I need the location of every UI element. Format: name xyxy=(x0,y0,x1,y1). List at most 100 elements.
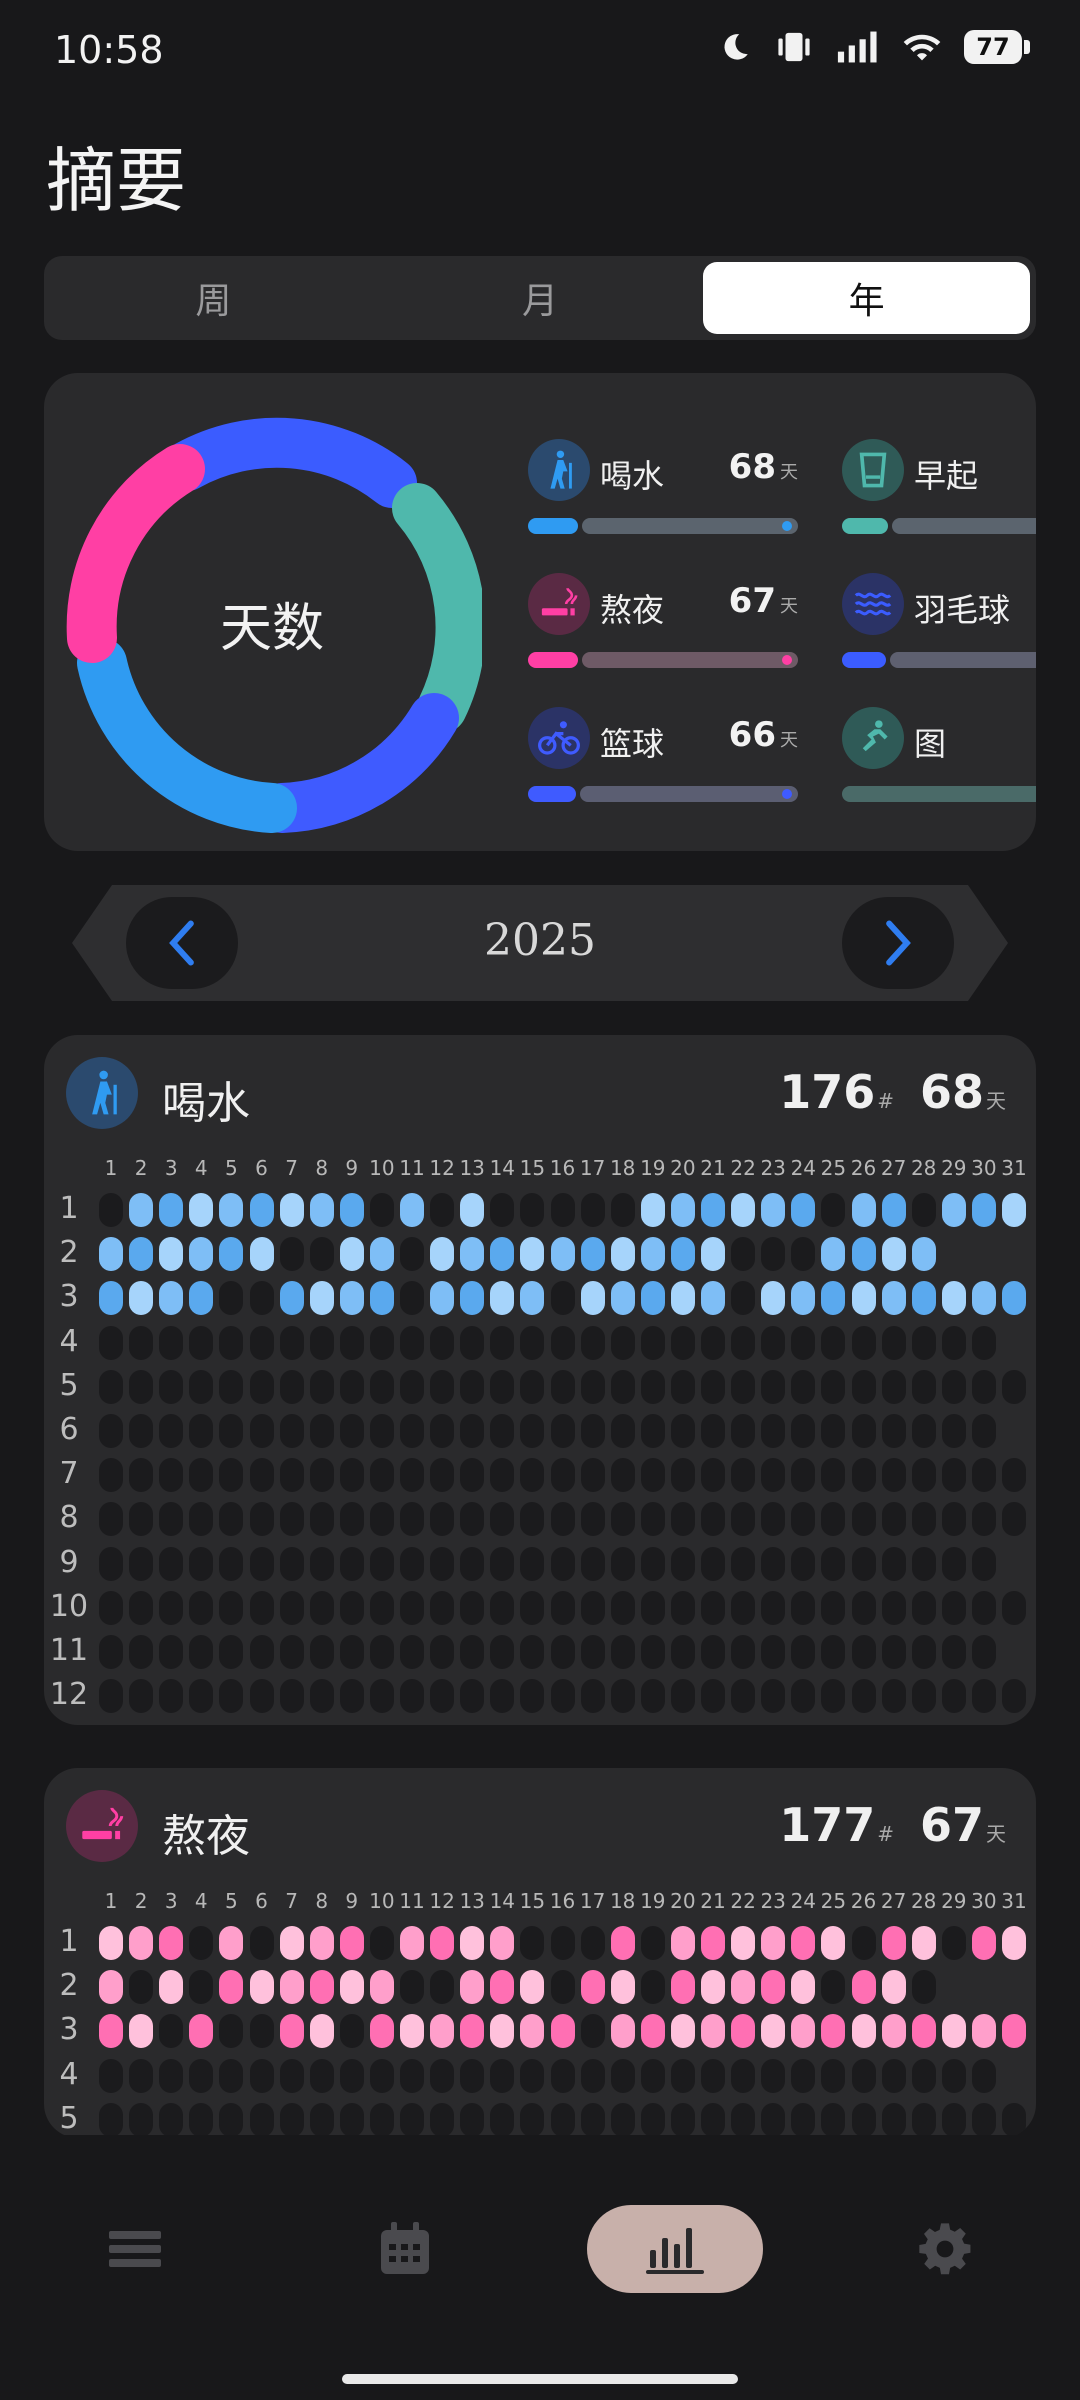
day-cell[interactable] xyxy=(731,1281,756,1316)
day-cell[interactable] xyxy=(400,2102,424,2137)
day-cell[interactable] xyxy=(460,1546,485,1581)
habit-card-water[interactable]: 喝水 176 # 68 天 1 2 3 4 5 6 7 8 9 10 11 12 13 14 15 16 17 18 1… xyxy=(44,1035,1036,1725)
day-cell[interactable] xyxy=(219,1590,244,1625)
day-cell[interactable] xyxy=(911,1926,936,1960)
day-cell[interactable] xyxy=(670,1970,695,2005)
day-cell[interactable] xyxy=(249,1970,274,2005)
day-cell[interactable] xyxy=(309,2102,334,2137)
day-cell[interactable] xyxy=(309,1281,334,1316)
day-cell[interactable] xyxy=(129,2102,154,2137)
day-cell[interactable] xyxy=(400,1458,424,1493)
day-cell[interactable] xyxy=(640,1590,665,1625)
day-cell[interactable] xyxy=(941,1926,966,1960)
day-cell[interactable] xyxy=(309,1590,334,1625)
day-cell[interactable] xyxy=(129,1414,154,1448)
day-cell[interactable] xyxy=(701,2014,725,2049)
day-cell[interactable] xyxy=(791,1458,816,1493)
day-cell[interactable] xyxy=(971,1679,996,1714)
day-cell[interactable] xyxy=(520,1926,545,1960)
day-cell[interactable] xyxy=(610,1590,635,1625)
day-cell[interactable] xyxy=(911,1502,936,1537)
day-cell[interactable] xyxy=(670,1369,695,1404)
day-cell[interactable] xyxy=(701,1590,725,1625)
day-cell[interactable] xyxy=(640,1193,665,1227)
day-cell[interactable] xyxy=(189,1590,214,1625)
day-cell[interactable] xyxy=(731,1325,756,1360)
day-cell[interactable] xyxy=(580,1458,605,1493)
day-cell[interactable] xyxy=(731,1193,756,1227)
day-cell[interactable] xyxy=(881,1237,906,1272)
day-cell[interactable] xyxy=(821,2058,846,2093)
day-cell[interactable] xyxy=(189,1193,214,1227)
legend-item-water[interactable]: 喝水 68 天 xyxy=(528,439,798,539)
day-cell[interactable] xyxy=(670,1502,695,1537)
day-cell[interactable] xyxy=(219,1970,244,2005)
day-cell[interactable] xyxy=(580,1590,605,1625)
day-cell[interactable] xyxy=(430,1635,455,1669)
day-cell[interactable] xyxy=(731,1926,756,1960)
day-cell[interactable] xyxy=(99,1926,123,1960)
day-cell[interactable] xyxy=(761,1369,786,1404)
day-cell[interactable] xyxy=(460,1193,485,1227)
day-cell[interactable] xyxy=(580,1970,605,2005)
day-cell[interactable] xyxy=(189,1369,214,1404)
day-cell[interactable] xyxy=(971,1369,996,1404)
day-cell[interactable] xyxy=(159,1237,184,1272)
day-cell[interactable] xyxy=(279,2102,304,2137)
day-cell[interactable] xyxy=(610,1679,635,1714)
day-cell[interactable] xyxy=(821,1926,846,1960)
day-cell[interactable] xyxy=(219,1281,244,1316)
day-cell[interactable] xyxy=(490,2058,515,2093)
day-cell[interactable] xyxy=(520,1502,545,1537)
day-cell[interactable] xyxy=(129,1193,154,1227)
day-cell[interactable] xyxy=(520,1546,545,1581)
day-cell[interactable] xyxy=(339,1193,364,1227)
day-cell[interactable] xyxy=(670,1590,695,1625)
day-cell[interactable] xyxy=(430,1369,455,1404)
day-cell[interactable] xyxy=(1002,2102,1026,2137)
day-cell[interactable] xyxy=(761,1590,786,1625)
day-cell[interactable] xyxy=(159,1325,184,1360)
day-cell[interactable] xyxy=(851,1369,876,1404)
day-cell[interactable] xyxy=(731,1237,756,1272)
day-cell[interactable] xyxy=(761,1237,786,1272)
day-cell[interactable] xyxy=(279,1193,304,1227)
day-cell[interactable] xyxy=(911,1414,936,1448)
day-cell[interactable] xyxy=(159,1458,184,1493)
day-cell[interactable] xyxy=(369,1458,394,1493)
day-cell[interactable] xyxy=(851,1926,876,1960)
day-cell[interactable] xyxy=(520,1590,545,1625)
legend-item-early-rise[interactable]: 早起 xyxy=(842,439,1036,539)
day-cell[interactable] xyxy=(279,2014,304,2049)
day-cell[interactable] xyxy=(400,1679,424,1714)
day-cell[interactable] xyxy=(731,2014,756,2049)
day-cell[interactable] xyxy=(249,2102,274,2137)
day-cell[interactable] xyxy=(490,1281,515,1316)
day-cell[interactable] xyxy=(881,1502,906,1537)
day-cell[interactable] xyxy=(670,2058,695,2093)
day-cell[interactable] xyxy=(159,2014,184,2049)
day-cell[interactable] xyxy=(941,2058,966,2093)
day-cell[interactable] xyxy=(520,1325,545,1360)
day-cell[interactable] xyxy=(971,2058,996,2093)
day-cell[interactable] xyxy=(520,1635,545,1669)
day-cell[interactable] xyxy=(339,1926,364,1960)
day-cell[interactable] xyxy=(339,1679,364,1714)
day-cell[interactable] xyxy=(99,1502,123,1537)
day-cell[interactable] xyxy=(430,1970,455,2005)
day-cell[interactable] xyxy=(279,1926,304,1960)
day-cell[interactable] xyxy=(159,1635,184,1669)
day-cell[interactable] xyxy=(580,1635,605,1669)
day-cell[interactable] xyxy=(701,1970,725,2005)
day-cell[interactable] xyxy=(941,2102,966,2137)
day-cell[interactable] xyxy=(851,1590,876,1625)
day-cell[interactable] xyxy=(670,1679,695,1714)
day-cell[interactable] xyxy=(881,1414,906,1448)
day-cell[interactable] xyxy=(791,1970,816,2005)
day-cell[interactable] xyxy=(670,1926,695,1960)
day-cell[interactable] xyxy=(279,1369,304,1404)
day-cell[interactable] xyxy=(309,1369,334,1404)
day-cell[interactable] xyxy=(369,1679,394,1714)
day-cell[interactable] xyxy=(1002,1926,1026,1960)
day-cell[interactable] xyxy=(129,1369,154,1404)
